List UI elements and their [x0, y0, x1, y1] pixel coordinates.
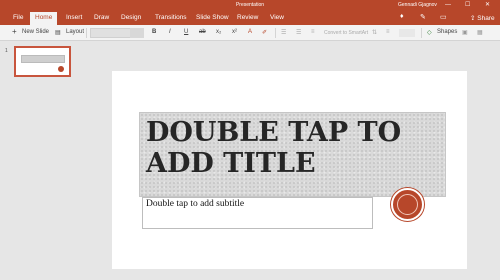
title-placeholder-text[interactable]: DOUBLE TAP TO ADD TITLE	[146, 117, 436, 179]
subscript-button[interactable]: x₂	[216, 29, 221, 35]
subtitle-placeholder-text[interactable]: Double tap to add subtitle	[146, 199, 244, 209]
tab-view[interactable]: View	[270, 14, 284, 21]
maximize-button[interactable]: ☐	[465, 1, 470, 9]
paragraph-dropdown[interactable]	[399, 29, 415, 37]
minimize-button[interactable]: —	[445, 1, 451, 9]
thumbnail-seal-preview	[58, 66, 64, 72]
tab-transitions[interactable]: Transitions	[155, 14, 187, 21]
user-name[interactable]: Gennadi Gjagnov	[398, 2, 437, 8]
thumbnail-title-preview	[21, 55, 65, 63]
quick-styles-icon[interactable]: ▦	[477, 29, 483, 36]
share-button[interactable]: ⇪ Share	[470, 14, 495, 22]
ribbon-tabs: File Home Insert Draw Design Transitions…	[0, 10, 500, 25]
superscript-button[interactable]: x²	[232, 29, 237, 35]
tab-design[interactable]: Design	[121, 14, 141, 21]
tab-review[interactable]: Review	[237, 14, 258, 21]
numbering-icon[interactable]: ☰	[296, 29, 301, 36]
slide-thumbnail[interactable]	[14, 46, 71, 77]
new-slide-icon[interactable]: +	[12, 27, 17, 36]
slide-number: 1	[5, 48, 8, 54]
shapes-button[interactable]: Shapes	[437, 29, 457, 35]
tab-home[interactable]: Home	[30, 12, 58, 25]
tab-draw[interactable]: Draw	[94, 14, 109, 21]
edit-icon[interactable]: ✎	[420, 13, 426, 21]
shapes-icon[interactable]: ◇	[427, 29, 432, 36]
new-slide-button[interactable]: New Slide	[22, 29, 49, 35]
highlight-icon[interactable]: ✐	[262, 29, 267, 36]
italic-button[interactable]: I	[169, 29, 171, 35]
divider	[86, 28, 87, 38]
divider	[275, 28, 276, 38]
convert-smartart-button[interactable]: Convert to SmartArt	[324, 30, 368, 36]
tab-slide-show[interactable]: Slide Show	[196, 14, 229, 21]
tab-insert[interactable]: Insert	[66, 14, 82, 21]
strikethrough-button[interactable]: ab	[199, 29, 206, 35]
text-direction-icon[interactable]: ⇅	[372, 29, 377, 36]
lightbulb-icon[interactable]: ♦	[400, 13, 404, 20]
slide-thumbnail-pane	[0, 42, 80, 280]
underline-button[interactable]: U	[184, 29, 188, 35]
ribbon-toolbar: + New Slide ▤ Layout B I U ab x₂ x² A ✐ …	[0, 25, 500, 41]
seal-ring	[397, 194, 418, 215]
arrange-icon[interactable]: ▣	[462, 29, 468, 36]
divider	[421, 28, 422, 38]
bold-button[interactable]: B	[152, 29, 156, 35]
layout-button[interactable]: Layout	[66, 29, 84, 35]
tab-file[interactable]: File	[13, 14, 23, 21]
seal-decoration-icon	[391, 188, 424, 221]
font-color-button[interactable]: A	[248, 29, 252, 35]
font-size-input[interactable]	[130, 28, 144, 38]
close-button[interactable]: ✕	[485, 1, 490, 9]
share-icon: ⇪	[470, 15, 476, 22]
align-icon[interactable]: ≡	[311, 29, 315, 35]
title-bar: Presentation Gennadi Gjagnov — ☐ ✕	[0, 0, 500, 10]
align-text-icon[interactable]: ≡	[386, 29, 390, 35]
comment-icon[interactable]: ▭	[440, 13, 447, 21]
bullets-icon[interactable]: ☰	[281, 29, 286, 36]
layout-icon[interactable]: ▤	[55, 29, 61, 36]
